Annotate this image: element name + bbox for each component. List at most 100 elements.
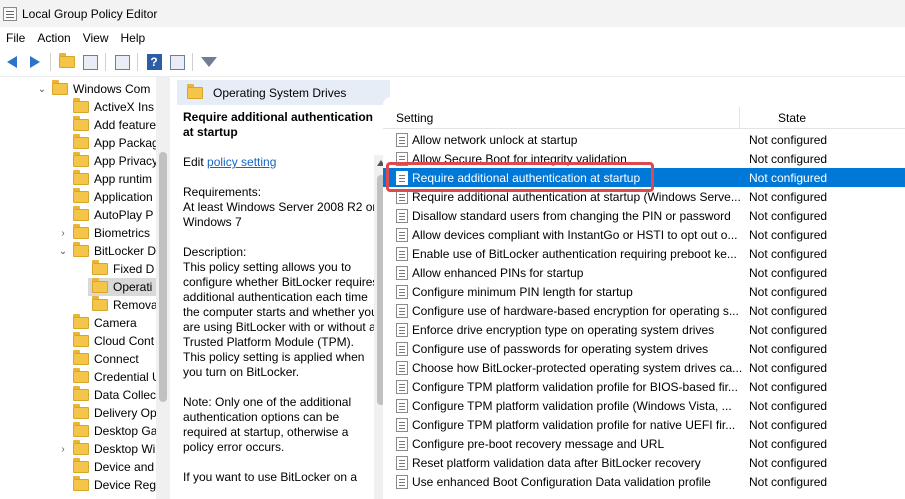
folder-icon (73, 368, 89, 383)
tree-item[interactable]: AutoPlay P (73, 206, 153, 224)
tree-scrollbar[interactable] (156, 77, 170, 499)
show-hide-tree-icon[interactable] (79, 51, 101, 73)
policy-row[interactable]: Enforce drive encryption type on operati… (383, 320, 905, 339)
policy-setting-icon (396, 455, 408, 470)
tree-item-selected[interactable]: Operati (88, 278, 156, 296)
policy-state: Not configured (749, 189, 828, 204)
folder-icon (73, 242, 89, 257)
tree-item[interactable]: Remova (92, 296, 158, 314)
policy-row[interactable]: Allow devices compliant with InstantGo o… (383, 225, 905, 244)
tree-item[interactable]: ⌄ BitLocker D (57, 242, 156, 260)
tree-item[interactable]: › Desktop Wi (57, 440, 155, 458)
policy-row[interactable]: Use enhanced Boot Configuration Data val… (383, 472, 905, 491)
policy-name: Configure minimum PIN length for startup (412, 284, 633, 299)
policy-name: Reset platform validation data after Bit… (412, 455, 701, 470)
tree-item[interactable]: Data Collec (73, 386, 156, 404)
policy-state: Not configured (749, 246, 828, 261)
policy-row[interactable]: Allow enhanced PINs for startup Not confi… (383, 263, 905, 282)
policy-setting-icon (396, 227, 408, 242)
tree-item[interactable]: ⌄ Windows Com (36, 80, 150, 98)
tree-item[interactable]: App Privacy (73, 152, 158, 170)
tree-item[interactable]: Application (73, 188, 153, 206)
tree-item[interactable]: Cloud Cont (73, 332, 154, 350)
tree-item[interactable]: Add feature (73, 116, 156, 134)
tree-item[interactable]: App runtim (73, 170, 152, 188)
requirements: Requirements: At least Windows Server 200… (183, 185, 377, 229)
policy-setting-link[interactable]: policy setting (207, 155, 276, 169)
tree-item[interactable]: Camera (73, 314, 137, 332)
policy-setting-icon (396, 284, 408, 299)
tree-item[interactable]: Device Reg (73, 476, 156, 494)
highlight-annotation (386, 162, 654, 192)
policy-row[interactable]: Enable use of BitLocker authentication r… (383, 244, 905, 263)
list-header: Setting State (383, 107, 905, 129)
column-setting[interactable]: Setting (396, 111, 433, 125)
folder-icon (73, 350, 89, 365)
policy-row[interactable]: Choose how BitLocker-protected operating… (383, 358, 905, 377)
policy-state: Not configured (749, 265, 828, 280)
policy-name: Enforce drive encryption type on operati… (412, 322, 715, 337)
tree-item[interactable]: Device and (73, 458, 154, 476)
tree-item[interactable]: Desktop Ga (73, 422, 157, 440)
chevron-right-icon[interactable]: › (57, 228, 69, 239)
back-arrow-icon[interactable] (1, 51, 23, 73)
menu-file[interactable]: File (0, 31, 31, 45)
up-folder-icon[interactable] (56, 51, 78, 73)
policy-row[interactable]: Reset platform validation data after Bit… (383, 453, 905, 472)
forward-arrow-icon[interactable] (24, 51, 46, 73)
policy-row[interactable]: Disallow standard users from changing th… (383, 206, 905, 225)
policy-setting-icon (396, 360, 408, 375)
policy-name: Allow devices compliant with InstantGo o… (412, 227, 738, 242)
policy-name: Configure use of passwords for operating… (412, 341, 709, 356)
policy-name: Use enhanced Boot Configuration Data val… (412, 474, 711, 489)
folder-icon (73, 314, 89, 329)
policy-state: Not configured (749, 208, 828, 223)
tree-item[interactable]: › Biometrics (57, 224, 150, 242)
menu-view[interactable]: View (77, 31, 115, 45)
policy-row[interactable]: Configure TPM platform validation profil… (383, 396, 905, 415)
column-state[interactable]: State (778, 111, 806, 125)
policy-row[interactable]: Allow network unlock at startup Not confi… (383, 130, 905, 149)
policy-setting-icon (396, 208, 408, 223)
tree-item[interactable]: Credential U (73, 368, 161, 386)
policy-row[interactable]: Configure use of hardware-based encrypti… (383, 301, 905, 320)
policy-name: Configure pre-boot recovery message and … (412, 436, 665, 451)
settings-list: Setting State Allow network unlock at st… (383, 97, 905, 499)
filter-icon[interactable] (198, 51, 220, 73)
policy-setting-icon (396, 379, 408, 394)
policy-state: Not configured (749, 360, 828, 375)
tree-item[interactable]: Connect (73, 350, 139, 368)
chevron-right-icon[interactable]: › (57, 444, 69, 455)
column-divider[interactable] (739, 107, 740, 129)
properties-icon[interactable] (166, 51, 188, 73)
policy-setting-icon (396, 265, 408, 280)
policy-row[interactable]: Configure TPM platform validation profil… (383, 377, 905, 396)
folder-icon (187, 83, 203, 99)
help-icon[interactable]: ? (143, 51, 165, 73)
policy-row[interactable]: Configure minimum PIN length for startup… (383, 282, 905, 301)
menu-action[interactable]: Action (31, 31, 76, 45)
tree-item[interactable]: ActiveX Ins (73, 98, 154, 116)
policy-setting-icon (396, 398, 408, 413)
policy-state: Not configured (749, 379, 828, 394)
folder-icon (92, 296, 108, 311)
tree-pane: ⌄ Windows Com ActiveX Ins Add feature App… (0, 77, 170, 499)
description-pane: Operating System Drives Require addition… (177, 80, 390, 499)
folder-icon (73, 98, 89, 113)
policy-row[interactable]: Configure TPM platform validation profil… (383, 415, 905, 434)
menu-help[interactable]: Help (115, 31, 152, 45)
folder-icon (73, 440, 89, 455)
tree-item[interactable]: App Packag (73, 134, 159, 152)
export-list-icon[interactable] (111, 51, 133, 73)
folder-icon (73, 206, 89, 221)
description-body: Require additional authentication at sta… (183, 110, 379, 485)
policy-row[interactable]: Configure use of passwords for operating… (383, 339, 905, 358)
tree-item[interactable]: Delivery Op (73, 404, 157, 422)
tree-item[interactable]: Fixed D (92, 260, 154, 278)
policy-name: Allow enhanced PINs for startup (412, 265, 584, 280)
chevron-down-icon[interactable]: ⌄ (57, 246, 69, 257)
policy-row[interactable]: Configure pre-boot recovery message and … (383, 434, 905, 453)
chevron-down-icon[interactable]: ⌄ (36, 84, 48, 95)
scrollbar-thumb[interactable] (159, 152, 167, 402)
policy-name: Configure TPM platform validation profil… (412, 379, 738, 394)
